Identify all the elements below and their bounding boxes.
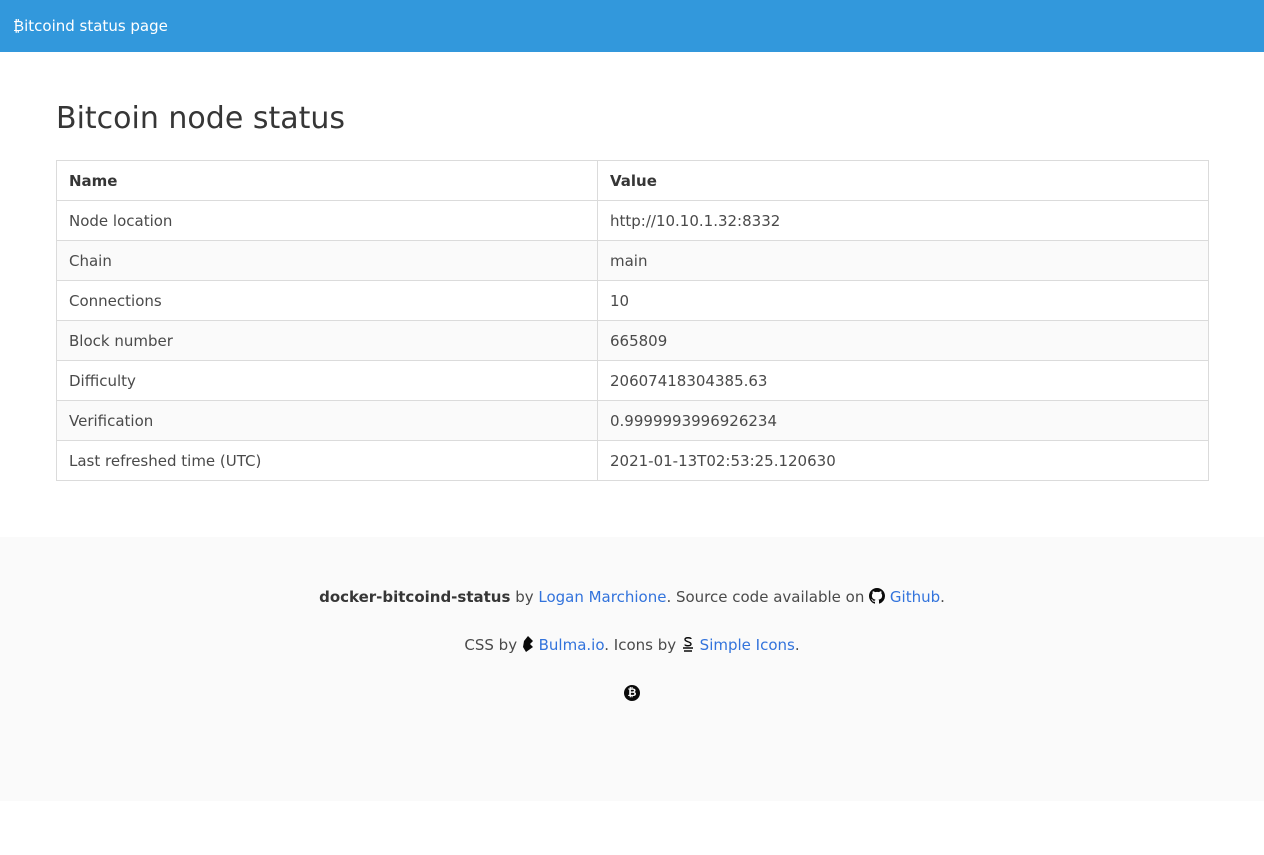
row-value: 665809: [597, 320, 1209, 361]
brand-text: itcoind status page: [24, 17, 168, 35]
row-name: Last refreshed time (UTC): [56, 440, 598, 481]
row-name: Connections: [56, 280, 598, 321]
period: .: [794, 636, 800, 654]
source-text: . Source code available on: [666, 588, 870, 606]
bitcoin-icon: ₿: [624, 685, 640, 701]
row-name: Verification: [56, 400, 598, 441]
table-row: Difficulty 20607418304385.63: [56, 360, 1209, 401]
project-name: docker-bitcoind-status: [319, 588, 511, 606]
status-table: Name Value Node location http://10.10.1.…: [56, 160, 1209, 481]
footer-coin-line: ₿: [0, 681, 1264, 701]
table-header-row: Name Value: [56, 160, 1209, 201]
table-row: Chain main: [56, 240, 1209, 281]
icons-by-text: . Icons by: [604, 636, 681, 654]
navbar-brand-link[interactable]: ₿ itcoind status page: [13, 17, 168, 35]
column-header-name: Name: [56, 160, 598, 201]
bitcoin-glyph-icon: ₿: [13, 17, 25, 35]
bulma-icon: [522, 636, 534, 657]
row-name: Block number: [56, 320, 598, 361]
row-value: 10: [597, 280, 1209, 321]
main-content: Bitcoin node status Name Value Node loca…: [56, 98, 1209, 481]
column-header-value: Value: [597, 160, 1209, 201]
bulma-link[interactable]: Bulma.io: [539, 636, 605, 654]
footer-credits-line: docker-bitcoind-status by Logan Marchion…: [0, 587, 1264, 609]
table-row: Connections 10: [56, 280, 1209, 321]
table-row: Last refreshed time (UTC) 2021-01-13T02:…: [56, 440, 1209, 481]
simple-icons-link[interactable]: Simple Icons: [700, 636, 795, 654]
page-title: Bitcoin node status: [56, 101, 345, 136]
author-link[interactable]: Logan Marchione: [538, 588, 666, 606]
period: .: [940, 588, 945, 606]
footer-attribution-line: CSS by Bulma.io. Icons by Simple Icons.: [0, 635, 1264, 657]
row-name: Difficulty: [56, 360, 598, 401]
by-text: by: [510, 588, 539, 606]
row-name: Chain: [56, 240, 598, 281]
navbar: ₿ itcoind status page: [0, 0, 1264, 52]
row-value: 20607418304385.63: [597, 360, 1209, 401]
row-value: http://10.10.1.32:8332: [597, 200, 1209, 241]
table-row: Verification 0.9999993996926234: [56, 400, 1209, 441]
row-value: 2021-01-13T02:53:25.120630: [597, 440, 1209, 481]
footer: docker-bitcoind-status by Logan Marchion…: [0, 537, 1264, 801]
table-row: Node location http://10.10.1.32:8332: [56, 200, 1209, 241]
simple-icons-icon: [681, 636, 695, 657]
css-by-text: CSS by: [464, 636, 522, 654]
row-name: Node location: [56, 200, 598, 241]
github-link[interactable]: Github: [890, 588, 940, 606]
table-row: Block number 665809: [56, 320, 1209, 361]
row-value: 0.9999993996926234: [597, 400, 1209, 441]
row-value: main: [597, 240, 1209, 281]
github-icon: [869, 588, 886, 609]
